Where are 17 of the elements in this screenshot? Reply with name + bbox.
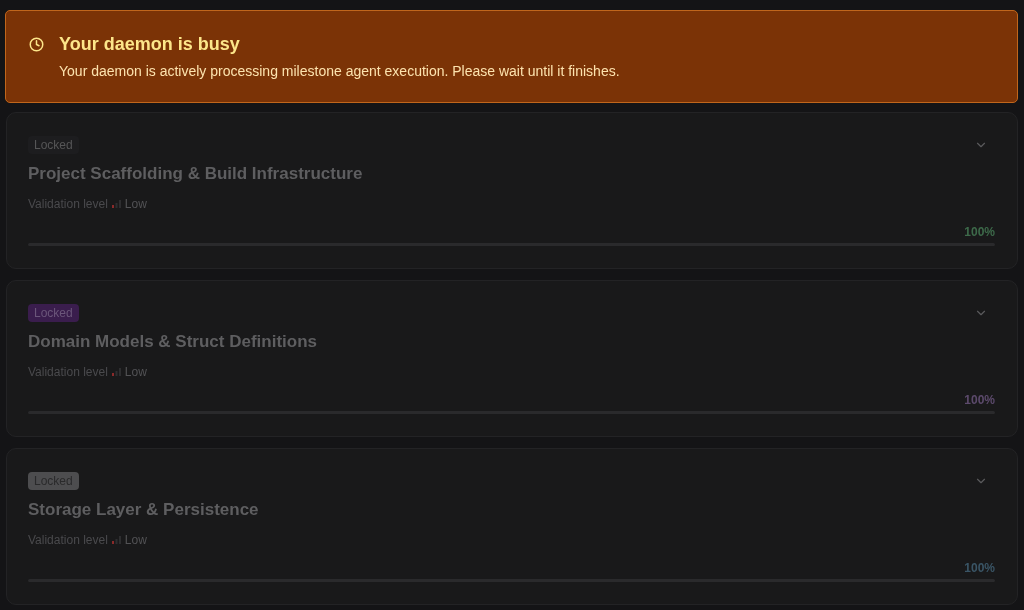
status-tag: Locked <box>28 136 79 154</box>
signal-bars-icon <box>111 536 121 544</box>
banner-message: Your daemon is actively processing milestone agent execution. Please wait until it finishes. <box>59 62 620 80</box>
milestone-title: Project Scaffolding & Build Infrastructure <box>28 163 364 185</box>
validation-value: Low <box>124 196 147 212</box>
milestone-title: Storage Layer & Persistence <box>28 499 260 521</box>
banner-title: Your daemon is busy <box>59 33 241 55</box>
progress-percent: 100% <box>964 225 995 240</box>
milestone-title: Domain Models & Struct Definitions <box>28 331 319 353</box>
validation-value: Low <box>124 364 147 380</box>
signal-bars-icon <box>111 200 121 208</box>
signal-bars-icon <box>111 368 121 376</box>
status-tag: Locked <box>28 304 79 322</box>
progress-percent: 100% <box>964 561 995 576</box>
validation-value: Low <box>124 532 147 548</box>
progress-percent: 100% <box>964 393 995 408</box>
clock-icon <box>29 37 44 52</box>
